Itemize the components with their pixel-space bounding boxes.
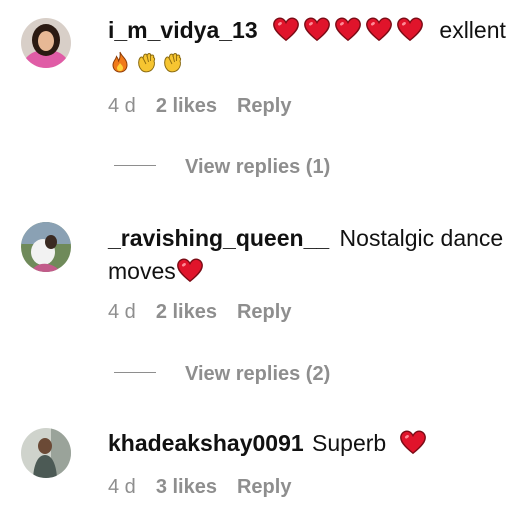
clap-icon (134, 50, 158, 74)
reply-button[interactable]: Reply (237, 475, 291, 499)
heart-icon (176, 257, 204, 283)
heart-icon (334, 16, 362, 42)
comment-body-line2: moves (108, 258, 176, 284)
reply-button[interactable]: Reply (237, 300, 291, 324)
view-replies-label: View replies (2) (185, 363, 331, 385)
view-replies-label: View replies (1) (185, 156, 331, 178)
clap-icon (160, 50, 184, 74)
fire-icon (108, 50, 132, 74)
divider-line (114, 165, 156, 167)
heart-icon (303, 16, 331, 42)
comment-body: Superb (312, 430, 387, 456)
avatar[interactable] (21, 222, 71, 272)
comment-body: Nostalgic dance (339, 225, 504, 251)
view-replies-button[interactable]: View replies (2) (114, 362, 330, 386)
comment-meta: 4 d 2 likes Reply (108, 94, 291, 118)
heart-icon (399, 429, 427, 455)
comment-meta: 4 d 3 likes Reply (108, 475, 291, 499)
comment-text: khadeakshay0091 Superb (108, 427, 508, 460)
comment-text: _ravishing_queen__ Nostalgic dance moves (108, 222, 508, 288)
heart-icon (365, 16, 393, 42)
likes-count[interactable]: 2 likes (156, 300, 217, 324)
username[interactable]: khadeakshay0091 (108, 430, 304, 456)
heart-icon (396, 16, 424, 42)
reply-button[interactable]: Reply (237, 94, 291, 118)
comment-body: exllent (439, 17, 506, 43)
username[interactable]: _ravishing_queen__ (108, 225, 329, 251)
likes-count[interactable]: 3 likes (156, 475, 217, 499)
comment-text: i_m_vidya_13 exllent (108, 14, 508, 80)
timestamp: 4 d (108, 95, 136, 117)
view-replies-button[interactable]: View replies (1) (114, 155, 330, 179)
heart-icon (272, 16, 300, 42)
username[interactable]: i_m_vidya_13 (108, 17, 258, 43)
timestamp: 4 d (108, 476, 136, 498)
avatar[interactable] (21, 428, 71, 478)
avatar[interactable] (21, 18, 71, 68)
timestamp: 4 d (108, 301, 136, 323)
comment-meta: 4 d 2 likes Reply (108, 300, 291, 324)
likes-count[interactable]: 2 likes (156, 94, 217, 118)
divider-line (114, 372, 156, 374)
